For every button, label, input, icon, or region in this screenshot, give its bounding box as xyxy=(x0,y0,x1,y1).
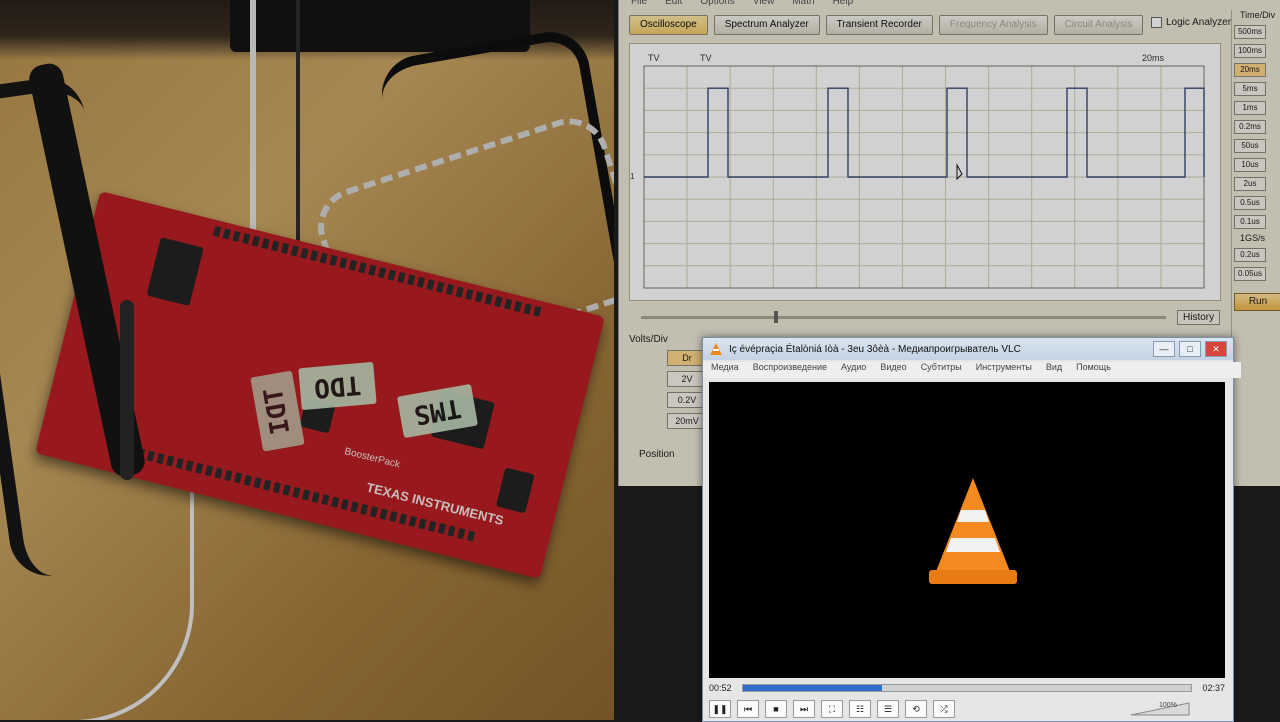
camera-photo: TEXAS INSTRUMENTS BoosterPack TDO TMS TD… xyxy=(0,0,614,720)
position-label: Position xyxy=(639,449,675,460)
volts-div-title: Volts/Div xyxy=(629,334,668,345)
tab-circuit-analysis[interactable]: Circuit Analysis xyxy=(1053,15,1144,35)
horizontal-scrollbar[interactable] xyxy=(641,316,1166,319)
vlc-menu-item[interactable]: Вид xyxy=(1046,362,1062,378)
vlc-cone-logo xyxy=(929,478,1017,584)
white-wire-lower xyxy=(40,470,194,720)
channel-button[interactable]: Dr xyxy=(667,350,707,366)
maximize-button[interactable]: □ xyxy=(1179,341,1201,357)
tab-spectrum-analyzer[interactable]: Spectrum Analyzer xyxy=(713,15,820,35)
time-div-button[interactable]: 100ms xyxy=(1234,44,1266,58)
window-controls: — □ ✕ xyxy=(1153,341,1227,357)
volts-20mv-button[interactable]: 20mV xyxy=(667,413,707,429)
time-div-button[interactable]: 50us xyxy=(1234,139,1266,153)
time-div-button[interactable]: 0.05us xyxy=(1234,267,1266,281)
vlc-menu-item[interactable]: Медиа xyxy=(711,362,739,378)
vlc-menu-item[interactable]: Аудио xyxy=(841,362,866,378)
chip-small xyxy=(146,237,204,307)
volume-label: 100% xyxy=(1159,702,1177,709)
time-div-button[interactable]: 0.5us xyxy=(1234,196,1266,210)
current-time: 00:52 xyxy=(709,683,732,693)
playlist-icon[interactable]: ☰ xyxy=(877,700,899,718)
wire-tag-tdo: TDO xyxy=(298,361,377,411)
sample-rate-label: 1GS/s xyxy=(1240,233,1266,243)
next-icon[interactable]: ⏭ xyxy=(793,700,815,718)
volts-0-2v-button[interactable]: 0.2V xyxy=(667,392,707,408)
time-row: 00:52 02:37 xyxy=(709,682,1225,694)
time-div-button[interactable]: 20ms xyxy=(1234,63,1266,77)
previous-icon[interactable]: ⏮ xyxy=(737,700,759,718)
total-time: 02:37 xyxy=(1202,683,1225,693)
scope-menu-item[interactable]: Edit xyxy=(665,0,682,10)
time-div-panel: Time/Div 500ms 100ms 20ms 5ms 1ms 0.2ms 50us 10… xyxy=(1231,10,1280,480)
vlc-menu-item[interactable]: Воспроизведение xyxy=(753,362,827,378)
tab-frequency-analysis[interactable]: Frequency Analysis xyxy=(938,15,1048,35)
seek-bar[interactable] xyxy=(741,684,1193,692)
plot-label-tv-1: TV xyxy=(648,53,660,63)
plot-label-tv-2: TV xyxy=(700,53,712,63)
playback-controls: ❚❚ ⏮ ■ ⏭ ⛶ ☷ ☰ ⟲ ⤮ xyxy=(709,700,955,718)
logic-analyzer-checkbox[interactable] xyxy=(1151,17,1162,28)
time-div-button[interactable]: 10us xyxy=(1234,158,1266,172)
scope-menu-bar: File Edit Options View Math Help xyxy=(619,0,1241,10)
video-area[interactable] xyxy=(709,382,1225,678)
run-button[interactable]: Run xyxy=(1234,293,1280,311)
seek-progress xyxy=(742,685,882,691)
volts-2v-button[interactable]: 2V xyxy=(667,371,707,387)
vlc-cone-icon xyxy=(710,343,722,355)
probe-tip xyxy=(120,300,134,480)
plot-marker-label: 1 xyxy=(630,172,635,181)
volume-ramp xyxy=(1130,702,1190,716)
shuffle-icon[interactable]: ⤮ xyxy=(933,700,955,718)
boosterpack-text: BoosterPack xyxy=(343,446,402,471)
vlc-menu-item[interactable]: Помощь xyxy=(1076,362,1111,378)
close-button[interactable]: ✕ xyxy=(1205,341,1227,357)
time-div-title: Time/Div xyxy=(1240,10,1276,20)
vlc-menu-item[interactable]: Видео xyxy=(880,362,906,378)
vlc-menu-item[interactable]: Инструменты xyxy=(976,362,1032,378)
pause-icon[interactable]: ❚❚ xyxy=(709,700,731,718)
scope-menu-item[interactable]: Math xyxy=(792,0,814,10)
time-div-button[interactable]: 0.1us xyxy=(1234,215,1266,229)
plot-label-timebase: 20ms xyxy=(1142,53,1165,63)
waveform-plot[interactable]: TV TV 20ms 1 xyxy=(629,43,1221,301)
time-div-button[interactable]: 5ms xyxy=(1234,82,1266,96)
vlc-title-text: Iç évépraçia Étalòniá Iòà - 3eu 3ôèà - М… xyxy=(729,343,1021,355)
tab-transient-recorder[interactable]: Transient Recorder xyxy=(825,15,933,35)
vlc-titlebar[interactable]: Iç évépraçia Étalòniá Iòà - 3eu 3ôèà - М… xyxy=(703,338,1233,360)
scope-menu-item[interactable]: File xyxy=(631,0,647,10)
scope-menu-item[interactable]: Options xyxy=(700,0,734,10)
volume-slider[interactable]: 100% xyxy=(1123,702,1193,716)
time-div-button[interactable]: 2us xyxy=(1234,177,1266,191)
time-div-button[interactable]: 500ms xyxy=(1234,25,1266,39)
waveform-svg xyxy=(643,65,1205,289)
scope-menu-item[interactable]: View xyxy=(753,0,775,10)
time-div-button[interactable]: 0.2ms xyxy=(1234,120,1266,134)
fullscreen-icon[interactable]: ⛶ xyxy=(821,700,843,718)
time-div-button[interactable]: 0.2us xyxy=(1234,248,1266,262)
extended-settings-icon[interactable]: ☷ xyxy=(849,700,871,718)
loop-icon[interactable]: ⟲ xyxy=(905,700,927,718)
logic-analyzer-label: Logic Analyzer xyxy=(1166,17,1232,28)
scope-tab-bar: Oscilloscope Spectrum Analyzer Transient R… xyxy=(629,15,1144,35)
horizontal-scroll-thumb[interactable] xyxy=(774,311,778,323)
scope-menu-item[interactable]: Help xyxy=(833,0,854,10)
time-div-button[interactable]: 1ms xyxy=(1234,101,1266,115)
logic-analyzer-toggle[interactable]: Logic Analyzer xyxy=(1151,17,1231,28)
minimize-button[interactable]: — xyxy=(1153,341,1175,357)
volts-div-panel: Volts/Div Dr 2V 0.2V 20mV Position xyxy=(629,334,709,474)
chip-right xyxy=(495,467,535,514)
stop-icon[interactable]: ■ xyxy=(765,700,787,718)
vlc-menu-item[interactable]: Субтитры xyxy=(921,362,962,378)
ti-logo-text: TEXAS INSTRUMENTS xyxy=(364,479,506,529)
tab-oscilloscope[interactable]: Oscilloscope xyxy=(629,15,708,35)
vlc-menu-bar: Медиа Воспроизведение Аудио Видео Субтитры Ин… xyxy=(703,362,1241,378)
history-button[interactable]: History xyxy=(1177,310,1221,325)
vlc-window: Iç évépraçia Étalòniá Iòà - 3eu 3ôèà - М… xyxy=(702,337,1241,722)
